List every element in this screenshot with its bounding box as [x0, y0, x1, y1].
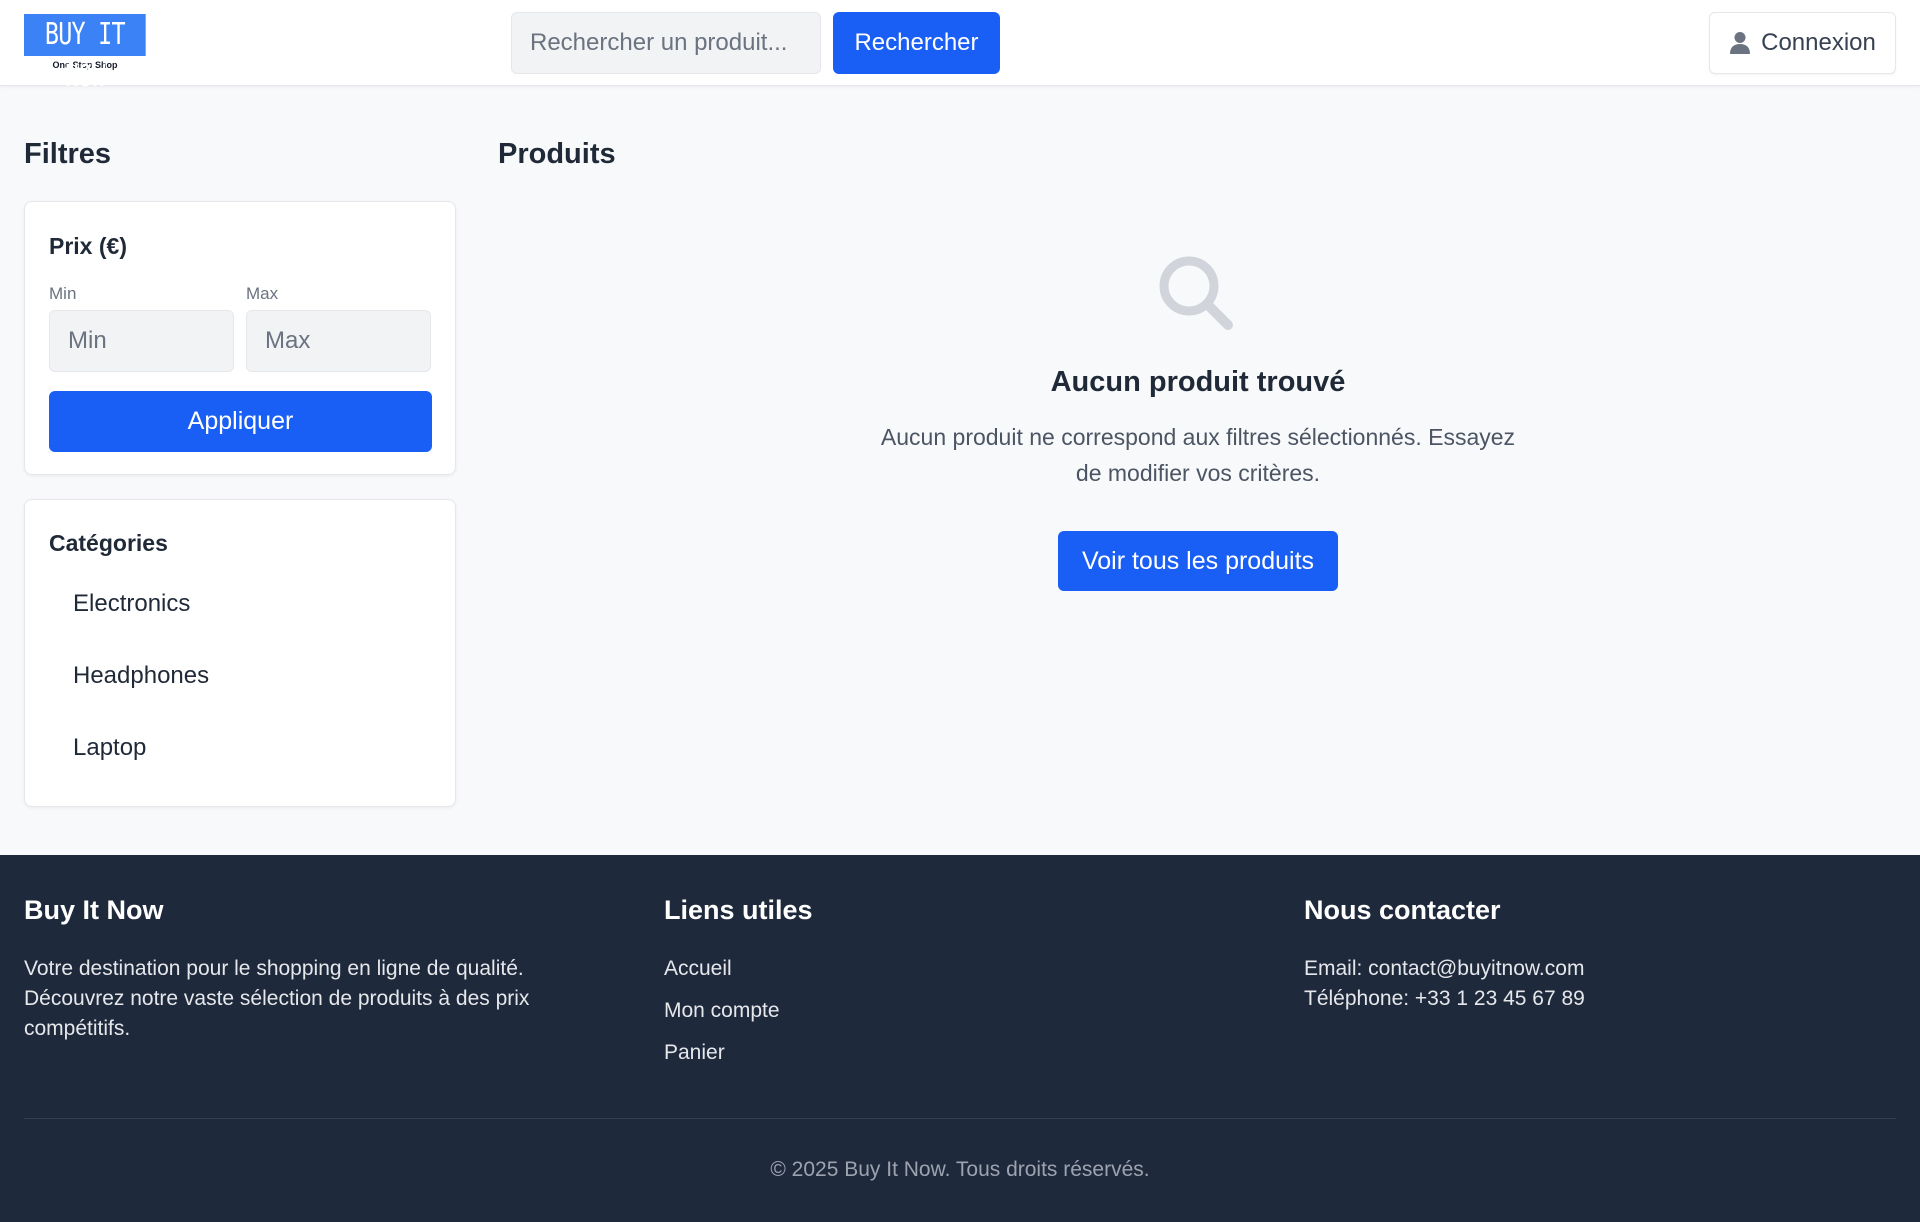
min-price-input[interactable]: [49, 310, 234, 372]
user-icon: [1730, 32, 1751, 54]
footer-link-list: Accueil Mon compte Panier: [664, 954, 1264, 1080]
footer: Buy It Now Votre destination pour le sho…: [0, 855, 1920, 1222]
top-header: BUY IT NOW One Stop Shop Rechercher Conn…: [0, 0, 1920, 94]
login-label: Connexion: [1761, 29, 1876, 56]
search-button[interactable]: Rechercher: [833, 12, 1000, 74]
footer-link-cart[interactable]: Panier: [664, 1038, 1264, 1080]
footer-contact: Nous contacter Email: contact@buyitnow.c…: [1304, 895, 1904, 1014]
contact-phone: Téléphone: +33 1 23 45 67 89: [1304, 987, 1585, 1010]
filters-title: Filtres: [24, 138, 112, 170]
search-input[interactable]: [511, 12, 821, 74]
max-label: Max: [246, 284, 279, 303]
max-price-input[interactable]: [246, 310, 431, 372]
price-filter-card: Prix (€) Min Max Appliquer: [24, 201, 456, 475]
empty-state: Aucun produit trouvé Aucun produit ne co…: [498, 250, 1898, 591]
apply-filter-button[interactable]: Appliquer: [49, 391, 432, 452]
search-icon: [1159, 256, 1233, 330]
footer-link-home[interactable]: Accueil: [664, 954, 1264, 996]
footer-brand-heading: Buy It Now: [24, 895, 164, 925]
footer-links: Liens utiles Accueil Mon compte Panier: [664, 895, 1264, 1080]
category-list: Electronics Headphones Laptop: [49, 580, 209, 796]
category-item-laptop[interactable]: Laptop: [49, 724, 209, 796]
categories-card: Catégories Electronics Headphones Laptop: [24, 499, 456, 807]
contact-email: Email: contact@buyitnow.com: [1304, 957, 1585, 980]
category-item-headphones[interactable]: Headphones: [49, 652, 209, 724]
empty-state-message: Aucun produit ne correspond aux filtres …: [880, 424, 1516, 486]
category-item-electronics[interactable]: Electronics: [49, 580, 209, 652]
footer-link-account[interactable]: Mon compte: [664, 996, 1264, 1038]
footer-contact-heading: Nous contacter: [1304, 895, 1501, 925]
empty-state-title: Aucun produit trouvé: [1050, 366, 1346, 398]
view-all-products-button[interactable]: Voir tous les produits: [1057, 531, 1339, 591]
footer-links-heading: Liens utiles: [664, 895, 813, 925]
contact-details: Email: contact@buyitnow.com Téléphone: +…: [1304, 954, 1904, 1014]
logo-wordmark: BUY IT NOW: [24, 14, 146, 94]
categories-title: Catégories: [49, 530, 168, 556]
login-button[interactable]: Connexion: [1709, 12, 1896, 74]
footer-divider: [24, 1118, 1896, 1119]
footer-brand: Buy It Now Votre destination pour le sho…: [24, 895, 624, 1044]
logo[interactable]: BUY IT NOW One Stop Shop: [24, 14, 146, 94]
products-title: Produits: [498, 138, 616, 170]
min-label: Min: [49, 284, 77, 303]
footer-brand-text: Votre destination pour le shopping en li…: [24, 957, 530, 1040]
copyright: © 2025 Buy It Now. Tous droits réservés.: [770, 1158, 1150, 1181]
price-filter-title: Prix (€): [49, 233, 127, 259]
